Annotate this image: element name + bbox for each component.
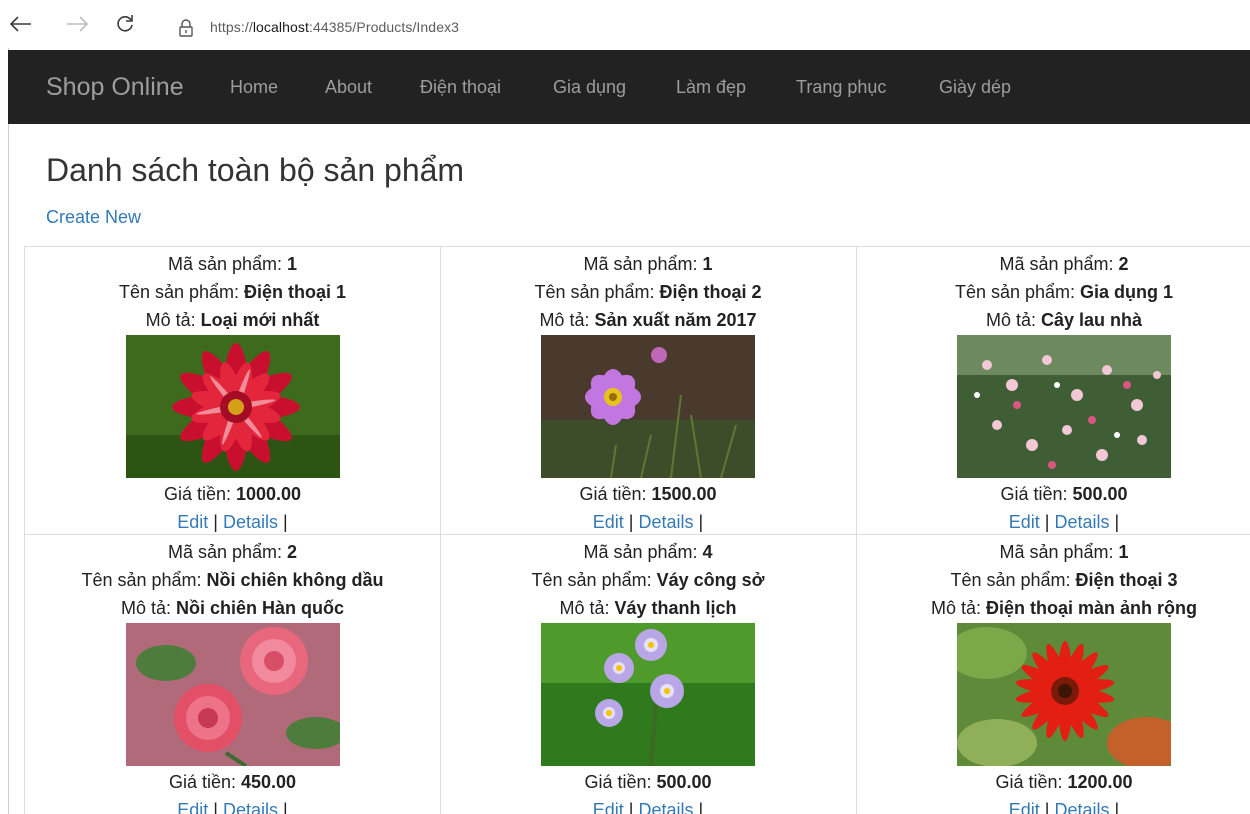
url-text: https://localhost:44385/Products/Index3 [210, 19, 460, 35]
nav-giay-dep[interactable]: Giày dép [939, 77, 1011, 98]
product-card: Mã sản phẩm: 2 Tên sản phẩm: Nồi chiên k… [24, 535, 441, 814]
pink-roses-image [125, 623, 340, 766]
edit-link[interactable]: Edit [593, 800, 624, 814]
edit-link[interactable]: Edit [177, 512, 208, 532]
product-name: Tên sản phẩm: Điện thoại 3 [950, 570, 1178, 590]
browser-toolbar: https://localhost:44385/Products/Index3 [0, 0, 1250, 48]
red-gerbera-image [957, 623, 1171, 766]
product-actions: Edit | Details | [25, 796, 440, 814]
reload-icon[interactable] [110, 9, 140, 39]
product-name: Tên sản phẩm: Điện thoại 2 [534, 282, 762, 302]
pink-wildflowers-image [957, 335, 1171, 478]
purple-cosmos-image [541, 335, 755, 478]
product-actions: Edit | Details | [592, 512, 704, 532]
nav-trang-phuc[interactable]: Trang phục [796, 77, 886, 98]
edit-link[interactable]: Edit [593, 512, 624, 532]
product-desc: Mô tả: Điện thoại màn ảnh rộng [930, 598, 1198, 618]
product-code: Mã sản phẩm: 2 [167, 542, 298, 562]
nav-lam-dep[interactable]: Làm đẹp [676, 77, 746, 98]
brand-link[interactable]: Shop Online [46, 73, 184, 102]
lock-icon[interactable] [178, 18, 194, 38]
product-name: Tên sản phẩm: Gia dụng 1 [954, 282, 1174, 302]
product-card: Mã sản phẩm: 4 Tên sản phẩm: Váy công sở… [440, 535, 857, 814]
product-code: Mã sản phẩm: 1 [999, 542, 1129, 562]
create-new-link[interactable]: Create New [46, 207, 141, 228]
details-link[interactable]: Details [223, 512, 278, 532]
product-price: Giá tiền: 1200.00 [995, 772, 1133, 792]
site-navbar: Shop Online Home About Điện thoại Gia dụ… [8, 50, 1250, 124]
product-grid: Mã sản phẩm: 1 Tên sản phẩm: Điện thoại … [24, 246, 1250, 814]
product-price: Giá tiền: 1000.00 [163, 484, 302, 504]
product-code: Mã sản phẩm: 2 [999, 254, 1129, 274]
product-card: Mã sản phẩm: 2 Tên sản phẩm: Gia dụng 1 … [856, 247, 1250, 535]
lilac-blossoms-image [541, 623, 755, 766]
window-frame [8, 48, 9, 814]
product-price: Giá tiền: 1500.00 [579, 484, 717, 504]
product-desc: Mô tả: Loại mới nhất [145, 310, 320, 330]
product-actions: Edit | Details | [177, 512, 288, 532]
nav-about[interactable]: About [325, 77, 372, 98]
product-price: Giá tiền: 500.00 [1000, 484, 1128, 504]
back-arrow-icon[interactable] [6, 9, 36, 39]
edit-link[interactable]: Edit [1009, 512, 1040, 532]
product-actions: Edit | Details | [440, 796, 856, 814]
product-code: Mã sản phẩm: 4 [583, 542, 713, 562]
page-title: Danh sách toàn bộ sản phẩm [46, 152, 465, 188]
product-code: Mã sản phẩm: 1 [167, 254, 298, 274]
product-desc: Mô tả: Nồi chiên Hàn quốc [120, 598, 345, 618]
product-desc: Mô tả: Cây lau nhà [985, 310, 1143, 330]
product-card: Mã sản phẩm: 1 Tên sản phẩm: Điện thoại … [24, 247, 441, 535]
details-link[interactable]: Details [639, 512, 694, 532]
details-link[interactable]: Details [1055, 512, 1110, 532]
product-name: Tên sản phẩm: Điện thoại 1 [118, 282, 347, 302]
red-dahlia-image [125, 335, 340, 478]
product-price: Giá tiền: 500.00 [584, 772, 712, 792]
product-name: Tên sản phẩm: Nồi chiên không dầu [81, 570, 384, 590]
product-actions: Edit | Details | [1008, 512, 1120, 532]
details-link[interactable]: Details [639, 800, 694, 814]
details-link[interactable]: Details [1055, 800, 1110, 814]
product-actions: Edit | Details | [856, 796, 1250, 814]
nav-home[interactable]: Home [230, 77, 278, 98]
product-desc: Mô tả: Sản xuất năm 2017 [539, 310, 757, 330]
product-card: Mã sản phẩm: 1 Tên sản phẩm: Điện thoại … [440, 247, 857, 535]
product-code: Mã sản phẩm: 1 [583, 254, 713, 274]
product-card: Mã sản phẩm: 1 Tên sản phẩm: Điện thoại … [856, 535, 1250, 814]
nav-gia-dung[interactable]: Gia dụng [553, 77, 626, 98]
edit-link[interactable]: Edit [177, 800, 208, 814]
product-name: Tên sản phẩm: Váy công sở [531, 570, 765, 590]
forward-arrow-icon[interactable] [62, 9, 92, 39]
nav-dien-thoai[interactable]: Điện thoại [420, 77, 501, 98]
edit-link[interactable]: Edit [1009, 800, 1040, 814]
details-link[interactable]: Details [223, 800, 278, 814]
product-desc: Mô tả: Váy thanh lịch [559, 598, 737, 618]
address-bar[interactable]: https://localhost:44385/Products/Index3 [158, 12, 1250, 46]
product-price: Giá tiền: 450.00 [168, 772, 297, 792]
